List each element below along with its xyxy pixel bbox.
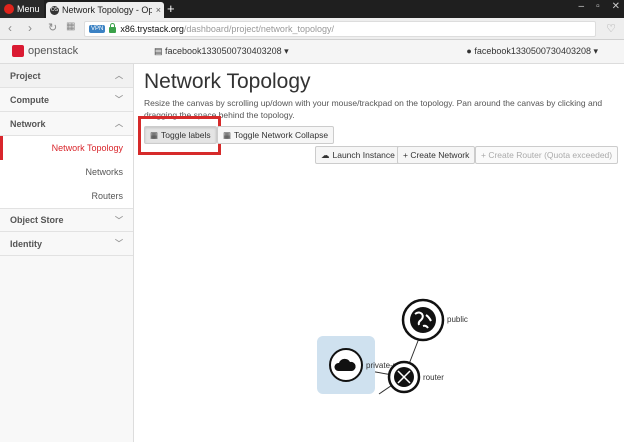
- back-icon[interactable]: ‹: [8, 21, 12, 35]
- close-window-icon[interactable]: ✕: [612, 1, 620, 12]
- openstack-logo[interactable]: openstack: [12, 45, 78, 57]
- launch-instance-button[interactable]: ☁ Launch Instance: [315, 146, 401, 164]
- router-node-label: router: [423, 373, 444, 382]
- openstack-header: openstack ▤ facebook1330500730403208 ▾ ●…: [0, 40, 624, 64]
- opera-logo-icon: [4, 4, 14, 14]
- sidebar-section-label: Network: [10, 118, 46, 129]
- sidebar-item-networks[interactable]: Networks: [0, 160, 133, 184]
- sidebar-section-label: Compute: [10, 94, 49, 105]
- project-selector-label: facebook1330500730403208 ▾: [165, 46, 289, 56]
- tab-title: Network Topology - Ope: [62, 5, 152, 15]
- browser-tab-bar: Menu OS Network Topology - Ope × + – ▫ ✕: [0, 0, 624, 18]
- lock-icon[interactable]: [109, 23, 117, 33]
- chevron-down-icon: ﹀: [115, 215, 123, 225]
- chevron-down-icon: ﹀: [115, 95, 123, 104]
- window-controls: – ▫ ✕: [579, 1, 621, 12]
- grid-small-icon: ▦: [150, 129, 159, 140]
- bookmark-heart-icon[interactable]: ♡: [606, 22, 616, 35]
- maximize-icon[interactable]: ▫: [596, 1, 600, 12]
- create-router-button: + Create Router (Quota exceeded): [475, 146, 619, 164]
- cloud-upload-icon: ☁: [321, 149, 330, 160]
- sidebar-section-label: Project: [10, 70, 41, 81]
- sidebar-section-compute[interactable]: Compute ﹀: [0, 88, 133, 112]
- launch-instance-label: Launch Instance: [332, 150, 395, 160]
- tab-close-icon[interactable]: ×: [156, 5, 164, 15]
- create-network-button[interactable]: + Create Network: [397, 146, 476, 164]
- browser-menu-button[interactable]: Menu: [0, 0, 44, 18]
- toggle-labels-label: Toggle labels: [161, 130, 211, 140]
- chevron-up-icon: ︿: [115, 71, 123, 80]
- vpn-badge[interactable]: VPN: [89, 25, 106, 33]
- sidebar: Project ︿ Compute ﹀ Network ︿ Network To…: [0, 64, 134, 442]
- toggle-collapse-label: Toggle Network Collapse: [234, 130, 329, 140]
- url-field[interactable]: VPN x86.trystack.org/dashboard/project/n…: [84, 21, 596, 37]
- toggle-network-collapse-button[interactable]: ▦ Toggle Network Collapse: [217, 126, 335, 144]
- sidebar-item-network-topology[interactable]: Network Topology: [0, 136, 133, 160]
- address-bar: ‹ › ↻ ▦ VPN x86.trystack.org/dashboard/p…: [0, 18, 624, 40]
- url-host: x86.trystack.org: [120, 24, 184, 34]
- project-selector[interactable]: ▤ facebook1330500730403208 ▾: [154, 46, 289, 57]
- public-node-label: public: [447, 315, 468, 324]
- chevron-down-icon: ﹀: [115, 239, 123, 248]
- user-menu-label: facebook1330500730403208 ▾: [474, 46, 598, 56]
- url-path: /dashboard/project/network_topology/: [183, 24, 334, 34]
- chevron-up-icon: ︿: [115, 119, 123, 128]
- main-content: Network Topology Resize the canvas by sc…: [134, 64, 624, 442]
- logo-text: openstack: [28, 45, 79, 57]
- grid-icon: ▦: [223, 129, 232, 140]
- sidebar-section-network[interactable]: Network ︿: [0, 112, 133, 136]
- page-title: Network Topology: [144, 70, 311, 93]
- tab-favicon-icon: OS: [50, 5, 59, 15]
- toggle-labels-button[interactable]: ▦ Toggle labels: [144, 126, 217, 144]
- new-tab-button[interactable]: +: [167, 1, 175, 16]
- user-menu[interactable]: ● facebook1330500730403208 ▾: [466, 46, 598, 57]
- sidebar-section-identity[interactable]: Identity ﹀: [0, 232, 133, 256]
- browser-menu-label: Menu: [17, 4, 40, 14]
- globe-icon: [410, 307, 436, 333]
- project-icon: ▤: [154, 46, 166, 56]
- sidebar-section-object-store[interactable]: Object Store ﹀: [0, 208, 133, 232]
- forward-icon[interactable]: ›: [28, 21, 32, 35]
- sidebar-section-project[interactable]: Project ︿: [0, 64, 133, 88]
- sidebar-section-label: Identity: [10, 238, 43, 249]
- reload-icon[interactable]: ↻: [48, 21, 57, 34]
- speed-dial-icon[interactable]: ▦: [66, 21, 75, 32]
- browser-tab-active[interactable]: OS Network Topology - Ope ×: [46, 2, 164, 18]
- sidebar-item-routers[interactable]: Routers: [0, 184, 133, 208]
- topology-canvas[interactable]: private-ne public router: [134, 174, 624, 442]
- sidebar-section-label: Object Store: [10, 215, 64, 225]
- minimize-icon[interactable]: –: [579, 1, 585, 12]
- openstack-logo-icon: [12, 45, 24, 57]
